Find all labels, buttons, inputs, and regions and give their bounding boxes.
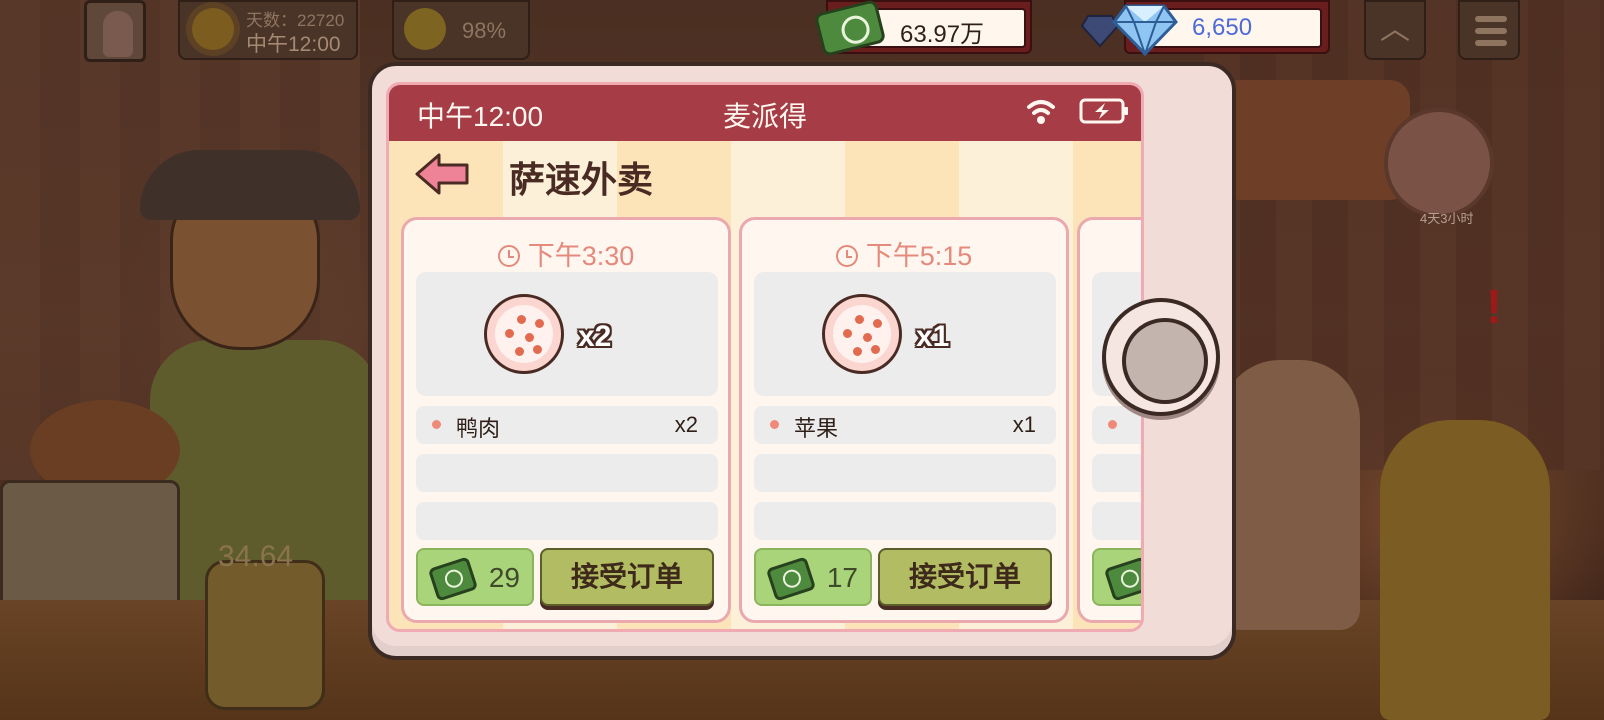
- sun-icon: [192, 8, 234, 50]
- topping-dot: [871, 345, 880, 354]
- topping-dot: [873, 319, 882, 328]
- ingredient-row-empty: [416, 502, 718, 540]
- topping-dot: [525, 333, 534, 342]
- ingredient-qty: x1: [1012, 412, 1036, 437]
- customer-hat: [140, 150, 360, 220]
- topping-dot: [853, 347, 862, 356]
- event-timer: 4天3小时: [1420, 211, 1474, 226]
- item-quantity: x2: [578, 320, 612, 353]
- ingredient-row: 苹果 x1: [754, 406, 1056, 444]
- app-title: 萨速外卖: [509, 159, 654, 200]
- order-reward: 17: [754, 548, 872, 606]
- cash-icon: [765, 556, 817, 602]
- alert-icon: !: [1486, 281, 1502, 334]
- smiley-icon: [404, 8, 446, 50]
- ingredient-row-empty: [754, 454, 1056, 492]
- mood-percent: 98%: [462, 18, 507, 43]
- ingredient-row-empty: [754, 502, 1056, 540]
- gems-value: 6,650: [1192, 14, 1253, 41]
- ingredient-qty: x2: [674, 412, 698, 437]
- topping-dot: [515, 347, 524, 356]
- money-value: 63.97万: [900, 21, 985, 48]
- ingredient-row-empty: [416, 454, 718, 492]
- topping-dot: [505, 329, 514, 338]
- cash-icon: [427, 556, 479, 602]
- topping-dot: [533, 345, 542, 354]
- order-time-text: 下午3:30: [527, 241, 635, 271]
- order-card: 下午5:15 x1 苹果 x1 17 接受订单: [739, 217, 1069, 623]
- bullet-icon: [432, 420, 441, 429]
- order-deadline: 下午3:30: [404, 234, 728, 273]
- clock-icon: [497, 245, 520, 267]
- accept-order-button[interactable]: 接受订单: [878, 548, 1052, 606]
- accept-order-button[interactable]: 接受订单: [540, 548, 714, 606]
- battery-icon: [1079, 98, 1128, 124]
- clock-icon: [835, 245, 858, 267]
- game-clock: 中午12:00: [246, 33, 341, 56]
- phone-home-button[interactable]: [1102, 298, 1220, 416]
- ingredient-row: 鸭肉 x2: [416, 406, 718, 444]
- order-item-box: x2: [416, 272, 718, 396]
- back-button[interactable]: [413, 151, 471, 197]
- bullet-icon: [770, 420, 779, 429]
- bullet-icon: [1108, 420, 1117, 429]
- ingredient-row: [1092, 406, 1141, 444]
- player-avatar[interactable]: [84, 0, 146, 62]
- golden-statue: [1380, 420, 1550, 720]
- paw-badge-icon: [1384, 108, 1494, 218]
- reward-value: 29: [488, 562, 520, 593]
- orders-list[interactable]: 下午3:30 x2 鸭肉 x2 29 接受订单 下午5:15 x1 苹果 x1 …: [389, 209, 1141, 629]
- topping-dot: [517, 315, 526, 324]
- order-reward: [1092, 548, 1141, 606]
- order-item-box: x1: [754, 272, 1056, 396]
- cash-icon: [1103, 556, 1141, 602]
- diamond-icon: [1112, 4, 1178, 56]
- order-reward: 29: [416, 548, 534, 606]
- tip-jar-value: 34.64: [218, 540, 294, 573]
- topping-dot: [863, 333, 872, 342]
- topping-dot: [855, 315, 864, 324]
- topping-dot: [843, 329, 852, 338]
- topping-dot: [535, 319, 544, 328]
- reward-value: 17: [826, 562, 858, 593]
- pizza-icon: [822, 294, 902, 374]
- phone-screen: 中午12:00 麦派得 萨速外卖 下午3:30 x2 鸭肉 x2 29 接受订单…: [386, 82, 1144, 632]
- cat-mascot: [1220, 360, 1360, 630]
- ingredient-name: 鸭肉: [456, 416, 501, 441]
- collapse-button[interactable]: ︿: [1364, 0, 1426, 60]
- menu-icon-bar: [1475, 16, 1507, 22]
- ingredient-name: 苹果: [794, 416, 839, 441]
- pizza-icon: [484, 294, 564, 374]
- order-card: 下午3:30 x2 鸭肉 x2 29 接受订单: [401, 217, 731, 623]
- order-card-partial: [1077, 217, 1141, 623]
- tip-jar: [205, 560, 325, 710]
- menu-icon-bar: [1475, 28, 1507, 34]
- menu-icon-bar: [1475, 40, 1507, 46]
- order-time-text: 下午5:15: [865, 241, 973, 271]
- ingredient-row-empty: [1092, 502, 1141, 540]
- item-quantity: x1: [916, 320, 950, 353]
- app-header: 萨速外卖: [389, 141, 1141, 209]
- background-awning: [1220, 80, 1410, 200]
- menu-button[interactable]: [1458, 0, 1520, 60]
- phone-status-bar: 中午12:00 麦派得: [389, 85, 1141, 141]
- order-deadline: 下午5:15: [742, 234, 1066, 273]
- wifi-icon: [1027, 100, 1055, 124]
- ingredient-row-empty: [1092, 454, 1141, 492]
- chevron-up-icon: ︿: [1380, 12, 1410, 47]
